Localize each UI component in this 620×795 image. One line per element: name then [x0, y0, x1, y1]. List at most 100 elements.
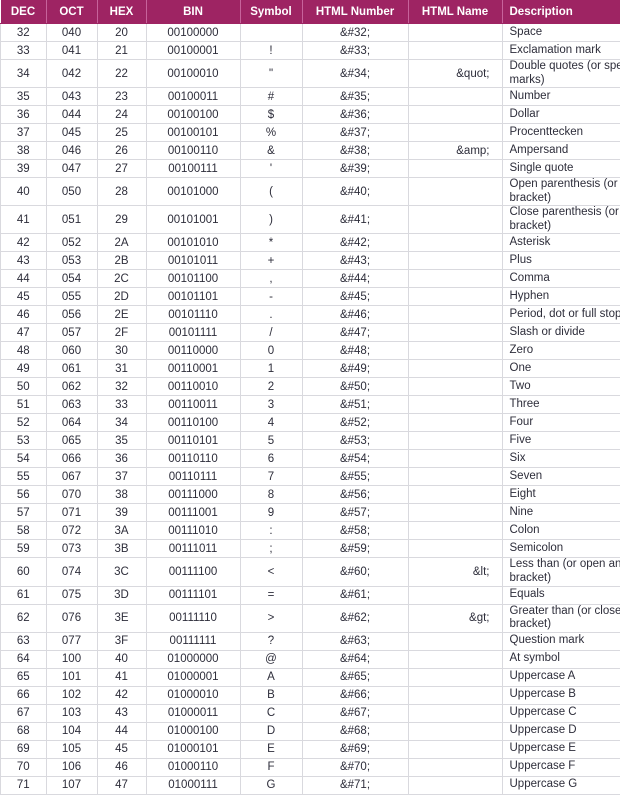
cell-hex: 2A — [97, 234, 146, 252]
cell-hex: 2B — [97, 252, 146, 270]
cell-dec: 33 — [1, 42, 47, 60]
cell-hex: 23 — [97, 88, 146, 106]
cell-bin: 01000110 — [146, 758, 240, 776]
cell-name — [408, 776, 502, 794]
cell-num: &#39; — [302, 160, 408, 178]
cell-num: &#60; — [302, 558, 408, 586]
cell-oct: 050 — [46, 178, 97, 206]
cell-desc: At symbol — [502, 650, 620, 668]
cell-desc: Seven — [502, 468, 620, 486]
cell-dec: 50 — [1, 378, 47, 396]
table-row: 580723A00111010:&#58;Colon — [1, 522, 620, 540]
cell-bin: 00110100 — [146, 414, 240, 432]
table-row: 390472700100111'&#39;Single quote — [1, 160, 620, 178]
cell-bin: 00110011 — [146, 396, 240, 414]
cell-bin: 00110010 — [146, 378, 240, 396]
cell-desc: Exclamation mark — [502, 42, 620, 60]
cell-bin: 00111100 — [146, 558, 240, 586]
cell-oct: 046 — [46, 142, 97, 160]
cell-desc: Three — [502, 396, 620, 414]
cell-name — [408, 270, 502, 288]
cell-hex: 26 — [97, 142, 146, 160]
cell-dec: 43 — [1, 252, 47, 270]
cell-desc: Eight — [502, 486, 620, 504]
cell-num: &#55; — [302, 468, 408, 486]
cell-oct: 060 — [46, 342, 97, 360]
cell-bin: 00111000 — [146, 486, 240, 504]
cell-hex: 43 — [97, 704, 146, 722]
cell-sym: 1 — [240, 360, 302, 378]
cell-hex: 20 — [97, 24, 146, 42]
cell-dec: 66 — [1, 686, 47, 704]
cell-dec: 54 — [1, 450, 47, 468]
cell-desc: Semicolon — [502, 540, 620, 558]
cell-desc: Less than (or open angled bracket) — [502, 558, 620, 586]
cell-oct: 064 — [46, 414, 97, 432]
cell-desc: Plus — [502, 252, 620, 270]
table-row: 600743C00111100<&#60;&lt;Less than (or o… — [1, 558, 620, 586]
cell-name — [408, 106, 502, 124]
cell-num: &#59; — [302, 540, 408, 558]
table-row: 5206434001101004&#52;Four — [1, 414, 620, 432]
table-row: 420522A00101010*&#42;Asterisk — [1, 234, 620, 252]
cell-sym: / — [240, 324, 302, 342]
cell-num: &#63; — [302, 632, 408, 650]
cell-desc: Period, dot or full stop — [502, 306, 620, 324]
cell-sym: 5 — [240, 432, 302, 450]
cell-oct: 043 — [46, 88, 97, 106]
cell-hex: 21 — [97, 42, 146, 60]
cell-dec: 45 — [1, 288, 47, 306]
cell-num: &#33; — [302, 42, 408, 60]
cell-hex: 40 — [97, 650, 146, 668]
cell-oct: 103 — [46, 704, 97, 722]
cell-desc: Double quotes (or speech marks) — [502, 60, 620, 88]
cell-name — [408, 586, 502, 604]
column-header-dec: DEC — [1, 0, 47, 24]
cell-dec: 44 — [1, 270, 47, 288]
cell-dec: 47 — [1, 324, 47, 342]
cell-num: &#64; — [302, 650, 408, 668]
cell-hex: 3A — [97, 522, 146, 540]
ascii-character-table: DEC OCT HEX BIN Symbol HTML Number HTML … — [0, 0, 620, 795]
cell-name — [408, 360, 502, 378]
cell-name — [408, 650, 502, 668]
cell-name — [408, 88, 502, 106]
cell-bin: 01000010 — [146, 686, 240, 704]
cell-sym: $ — [240, 106, 302, 124]
cell-num: &#41; — [302, 206, 408, 234]
cell-desc: Uppercase B — [502, 686, 620, 704]
cell-sym: E — [240, 740, 302, 758]
cell-desc: Colon — [502, 522, 620, 540]
cell-name — [408, 540, 502, 558]
table-row: 410512900101001)&#41;Close parenthesis (… — [1, 206, 620, 234]
cell-bin: 00100001 — [146, 42, 240, 60]
cell-dec: 41 — [1, 206, 47, 234]
cell-desc: Open parenthesis (or open bracket) — [502, 178, 620, 206]
cell-sym: ' — [240, 160, 302, 178]
table-row: 5006232001100102&#50;Two — [1, 378, 620, 396]
cell-bin: 00111111 — [146, 632, 240, 650]
cell-desc: Question mark — [502, 632, 620, 650]
cell-bin: 00101011 — [146, 252, 240, 270]
cell-num: &#69; — [302, 740, 408, 758]
table-row: 340422200100010"&#34;&quot;Double quotes… — [1, 60, 620, 88]
cell-oct: 041 — [46, 42, 97, 60]
cell-hex: 22 — [97, 60, 146, 88]
cell-hex: 3B — [97, 540, 146, 558]
cell-name — [408, 758, 502, 776]
cell-dec: 57 — [1, 504, 47, 522]
cell-hex: 27 — [97, 160, 146, 178]
cell-name — [408, 668, 502, 686]
cell-oct: 066 — [46, 450, 97, 468]
column-header-html-number: HTML Number — [302, 0, 408, 24]
cell-bin: 01000101 — [146, 740, 240, 758]
table-row: 5506737001101117&#55;Seven — [1, 468, 620, 486]
cell-dec: 69 — [1, 740, 47, 758]
cell-dec: 55 — [1, 468, 47, 486]
table-row: 651014101000001A&#65;Uppercase A — [1, 668, 620, 686]
cell-sym: F — [240, 758, 302, 776]
cell-sym: % — [240, 124, 302, 142]
cell-name — [408, 722, 502, 740]
cell-bin: 01000000 — [146, 650, 240, 668]
cell-dec: 62 — [1, 604, 47, 632]
